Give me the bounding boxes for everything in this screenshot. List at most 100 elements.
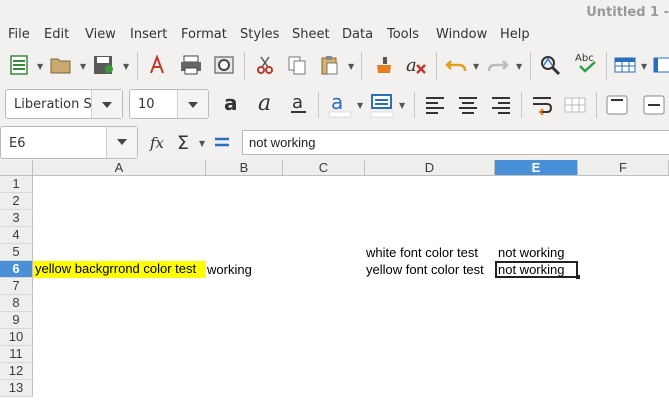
chevron-down-icon[interactable]: ▼ [199,139,207,148]
chevron-down-icon[interactable]: ▼ [123,62,131,71]
column-header-a[interactable]: A [33,160,206,176]
menu-tools[interactable]: Tools [387,27,419,42]
menu-insert[interactable]: Insert [130,27,167,42]
row-header-1[interactable]: 1 [0,176,33,193]
row-header-10[interactable]: 10 [0,329,33,346]
chevron-down-icon[interactable]: ▼ [37,62,45,71]
toolbar-separator [596,92,597,118]
cell-e5[interactable]: not working [498,245,564,261]
align-right-icon[interactable] [490,94,512,116]
svg-text:a: a [292,93,303,113]
cell-b6[interactable]: working [207,262,252,278]
font-size-value: 10 [138,97,155,112]
chevron-down-icon[interactable] [106,127,137,158]
row-header-8[interactable]: 8 [0,295,33,312]
column-icon[interactable] [653,54,669,76]
undo-icon[interactable] [445,54,467,76]
export-pdf-icon[interactable] [146,54,168,76]
new-document-icon[interactable] [8,54,30,76]
row-header-11[interactable]: 11 [0,346,33,363]
clear-formatting-icon[interactable]: a [405,54,427,76]
cell-a6[interactable]: yellow backgrrond color test [33,261,206,278]
menu-data[interactable]: Data [342,27,373,42]
align-top-icon[interactable] [606,94,628,116]
chevron-down-icon[interactable]: ▼ [348,62,356,71]
align-middle-icon[interactable] [639,94,669,116]
underline-icon[interactable]: a [288,93,310,115]
menu-edit[interactable]: Edit [44,27,69,42]
column-header-f[interactable]: F [578,160,669,176]
function-wizard-icon[interactable]: fx [149,131,171,153]
align-left-icon[interactable] [424,94,446,116]
save-icon[interactable] [93,54,115,76]
print-preview-icon[interactable] [213,54,235,76]
spreadsheet-grid[interactable]: A B C D E F 1 2 3 4 5 6 7 8 9 10 11 12 1… [0,160,669,401]
menu-sheet[interactable]: Sheet [292,27,330,42]
font-size-box[interactable]: 10 [129,89,209,119]
row-header-4[interactable]: 4 [0,227,33,244]
chevron-down-icon[interactable] [177,90,208,118]
chevron-down-icon: ▼ [516,62,523,71]
align-center-icon[interactable] [457,94,479,116]
row-header-12[interactable]: 12 [0,363,33,380]
merge-cells-icon [564,94,586,116]
cell-e6-selected[interactable]: not working [495,261,578,278]
chevron-down-icon[interactable]: ▼ [357,101,365,110]
chevron-down-icon[interactable]: ▼ [473,62,481,71]
menu-file[interactable]: File [8,27,30,42]
select-all-corner[interactable] [0,160,33,176]
row-header-2[interactable]: 2 [0,193,33,210]
menu-styles[interactable]: Styles [240,27,279,42]
column-header-b[interactable]: B [206,160,283,176]
svg-text:Σ: Σ [177,132,189,152]
svg-text:a: a [258,93,271,115]
column-header-c[interactable]: C [283,160,365,176]
sum-icon[interactable]: Σ [174,131,196,153]
row-header-3[interactable]: 3 [0,210,33,227]
redo-icon[interactable] [487,54,509,76]
svg-text:Abc: Abc [575,53,594,64]
row-header-13[interactable]: 13 [0,380,33,397]
name-box[interactable]: E6 [0,126,138,159]
find-replace-icon[interactable] [540,54,562,76]
menu-view[interactable]: View [85,27,116,42]
print-icon[interactable] [180,54,202,76]
standard-toolbar: ▼ ▼ ▼ ▼ a ▼ ▼ Abc ▼ [0,46,669,86]
row-header-7[interactable]: 7 [0,278,33,295]
column-header-d[interactable]: D [365,160,495,176]
italic-icon[interactable]: a [255,93,277,115]
chevron-down-icon[interactable]: ▼ [641,62,649,71]
spellcheck-icon[interactable]: Abc [574,52,600,74]
open-folder-icon[interactable] [50,54,72,76]
menu-format[interactable]: Format [181,27,227,42]
wrap-text-icon[interactable] [531,94,553,116]
toolbar-separator [244,52,245,80]
menu-window[interactable]: Window [436,27,487,42]
row-header-6[interactable]: 6 [0,261,33,278]
background-color-icon[interactable] [370,92,394,118]
cut-icon[interactable] [254,54,276,76]
clone-formatting-icon[interactable] [372,54,394,76]
menu-help[interactable]: Help [500,27,530,42]
column-header-e[interactable]: E [495,160,578,176]
svg-text:a: a [331,92,343,114]
copy-icon[interactable] [286,54,308,76]
cell-d6[interactable]: yellow font color test [366,262,484,278]
chevron-down-icon[interactable] [91,90,122,118]
row-icon[interactable] [614,54,636,76]
formula-input[interactable]: not working [242,130,669,155]
fill-handle[interactable] [576,275,580,279]
cell-e6-text: not working [498,262,565,277]
toolbar-separator [137,52,138,80]
font-name-box[interactable]: Liberation S [5,89,123,119]
bold-icon[interactable]: a [222,93,244,115]
paste-icon[interactable] [318,54,340,76]
row-header-9[interactable]: 9 [0,312,33,329]
cell-d5[interactable]: white font color test [366,245,478,261]
title-bar: Untitled 1 - [0,0,669,24]
chevron-down-icon[interactable]: ▼ [399,101,407,110]
font-color-icon[interactable]: a [328,92,352,118]
row-header-5[interactable]: 5 [0,244,33,261]
chevron-down-icon[interactable]: ▼ [80,62,88,71]
formula-equals-icon[interactable] [211,131,233,153]
